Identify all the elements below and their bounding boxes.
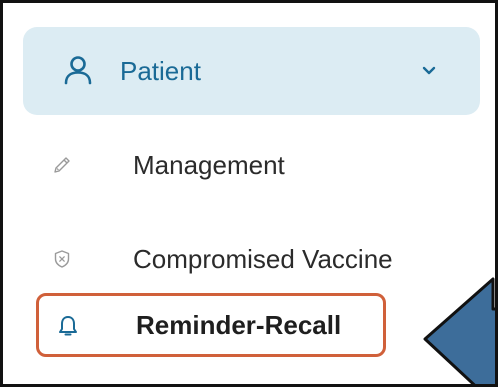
user-icon (64, 56, 92, 85)
annotation-arrow (423, 277, 495, 384)
shield-icon (54, 250, 70, 268)
patient-menu-header[interactable]: Patient (23, 27, 480, 115)
chevron-down-icon[interactable] (420, 61, 438, 79)
menu-item-label: Management (133, 150, 285, 180)
sidebar-menu-frame: Patient Management Compromised Vaccine R… (0, 0, 498, 387)
menu-item-label: Reminder-Recall (136, 310, 342, 340)
menu-item-compromised-vaccine[interactable]: Compromised Vaccine (33, 231, 393, 287)
menu-item-management[interactable]: Management (33, 137, 383, 193)
menu-item-label: Compromised Vaccine (133, 244, 393, 274)
pencil-icon (54, 157, 70, 173)
bell-icon (59, 316, 77, 336)
menu-item-reminder-recall[interactable]: Reminder-Recall (36, 293, 386, 357)
patient-menu-label: Patient (120, 56, 201, 86)
